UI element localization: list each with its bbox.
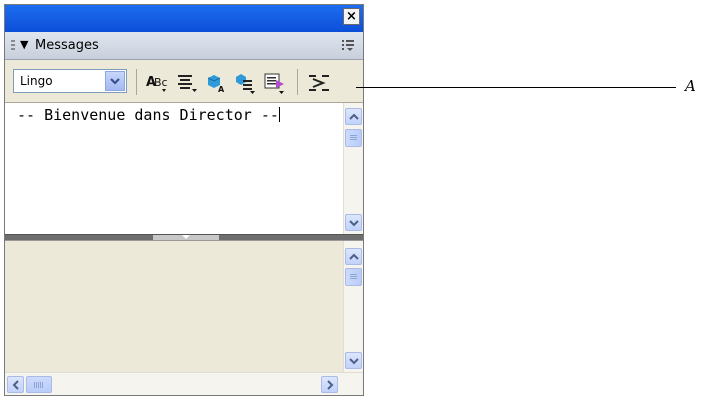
scroll-thumb[interactable] (345, 129, 362, 147)
script-list-icon[interactable] (263, 71, 287, 95)
collapse-arrow-icon[interactable]: ▼ (20, 38, 28, 51)
chevron-down-icon[interactable] (105, 71, 125, 91)
scroll-thumb[interactable] (26, 376, 52, 393)
toolbar-separator (297, 69, 298, 95)
script-object-icon[interactable]: A (205, 71, 229, 95)
close-button[interactable]: × (343, 8, 360, 25)
scroll-thumb[interactable] (345, 268, 362, 286)
script-language-select[interactable]: Lingo (13, 69, 127, 93)
message-output-area[interactable] (5, 241, 363, 372)
text-format-icon[interactable] (176, 71, 200, 95)
output-vertical-scrollbar[interactable] (343, 241, 363, 372)
panel-title: Messages (35, 38, 99, 53)
message-window: × ▼ Messages Lingo A Bc A -- Bienvenue d… (4, 4, 364, 396)
close-icon: × (346, 9, 357, 24)
svg-text:A: A (218, 85, 225, 94)
spell-check-icon[interactable]: A Bc (145, 71, 169, 95)
script-language-value: Lingo (20, 74, 53, 88)
scroll-down-button[interactable] (345, 214, 362, 231)
svg-text:Bc: Bc (154, 76, 168, 89)
message-input-area[interactable]: -- Bienvenue dans Director -- (5, 103, 363, 234)
input-vertical-scrollbar[interactable] (343, 103, 363, 234)
editor-text: -- Bienvenue dans Director -- (17, 106, 279, 124)
callout-line (356, 87, 676, 88)
scroll-up-button[interactable] (345, 108, 362, 125)
editor-text-line[interactable]: -- Bienvenue dans Director -- (17, 106, 280, 124)
window-titlebar[interactable]: × (5, 5, 363, 32)
scroll-up-button[interactable] (345, 248, 362, 265)
options-menu-icon[interactable] (341, 38, 355, 52)
scroll-right-button[interactable] (321, 376, 338, 393)
splitter-handle[interactable] (153, 235, 219, 240)
horizontal-scrollbar[interactable] (5, 372, 363, 395)
show-handlers-icon[interactable] (307, 71, 331, 95)
scroll-down-button[interactable] (345, 352, 362, 369)
text-caret (278, 107, 280, 122)
panel-header[interactable]: ▼ Messages (5, 32, 363, 60)
toolbar-separator (136, 69, 137, 95)
format-script-icon[interactable] (234, 71, 258, 95)
scroll-left-button[interactable] (7, 376, 24, 393)
gripper-icon[interactable] (11, 40, 15, 52)
callout-label: A (685, 77, 696, 95)
message-toolbar: Lingo A Bc A (5, 61, 363, 103)
pane-splitter[interactable] (5, 234, 363, 241)
